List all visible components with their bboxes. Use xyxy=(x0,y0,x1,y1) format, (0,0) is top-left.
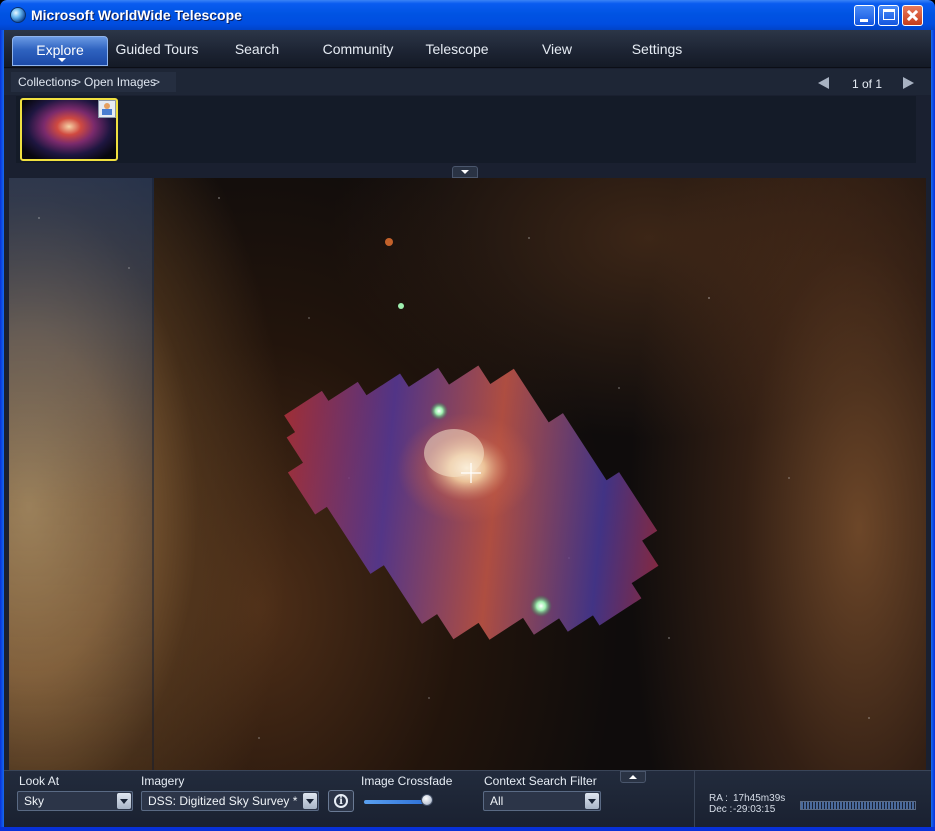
dec-value: -29:03:15 xyxy=(733,804,776,815)
breadcrumb-open-images[interactable]: Open Images xyxy=(84,75,156,89)
breadcrumb: Collections > Open Images > 1 of 1 xyxy=(4,69,931,95)
breadcrumb-collections[interactable]: Collections xyxy=(18,75,77,89)
context-filter-label: Context Search Filter xyxy=(484,774,597,788)
client-area: Explore Guided Tours Search Community Te… xyxy=(4,30,931,827)
collapse-panel-button[interactable] xyxy=(452,166,478,178)
tab-telescope[interactable]: Telescope xyxy=(412,36,502,66)
ra-label: RA : xyxy=(709,793,728,804)
tab-guided-tours[interactable]: Guided Tours xyxy=(110,36,204,66)
chevron-down-icon[interactable] xyxy=(303,793,317,809)
download-progress-bar xyxy=(800,801,916,810)
chevron-down-icon[interactable] xyxy=(585,793,599,809)
imagery-dropdown[interactable]: DSS: Digitized Sky Survey * xyxy=(141,791,319,811)
control-panel: Look At Sky Imagery DSS: Digitized Sky S… xyxy=(4,770,931,827)
look-at-value: Sky xyxy=(24,794,45,808)
image-thumbnail[interactable] xyxy=(20,98,118,161)
ra-value: 17h45m39s xyxy=(733,793,786,804)
app-window: Microsoft WorldWide Telescope Explore Gu… xyxy=(0,0,935,831)
context-filter-dropdown[interactable]: All xyxy=(483,791,601,811)
minimize-icon xyxy=(860,19,868,22)
sky-overlay xyxy=(284,238,659,640)
window-border-right xyxy=(931,30,935,831)
window-border-bottom xyxy=(0,827,935,831)
page-indicator: 1 of 1 xyxy=(852,77,883,91)
chevron-down-icon[interactable] xyxy=(117,793,131,809)
look-at-dropdown[interactable]: Sky xyxy=(17,791,133,811)
previous-page-icon[interactable] xyxy=(818,77,829,89)
maximize-icon xyxy=(883,9,895,20)
tab-explore[interactable]: Explore xyxy=(12,36,108,66)
context-filter-value: All xyxy=(490,794,504,808)
panel-divider xyxy=(694,771,695,827)
expand-panel-button[interactable] xyxy=(620,771,646,783)
dec-label: Dec : xyxy=(709,804,733,815)
next-page-icon[interactable] xyxy=(903,77,914,89)
window-title: Microsoft WorldWide Telescope xyxy=(31,7,242,23)
image-badge-icon xyxy=(98,100,116,118)
sky-view[interactable] xyxy=(9,178,926,770)
tab-search[interactable]: Search xyxy=(212,36,302,66)
imagery-label: Imagery xyxy=(141,774,185,788)
menu-bar: Explore Guided Tours Search Community Te… xyxy=(4,30,931,68)
crossfade-slider-handle[interactable] xyxy=(420,794,433,806)
close-icon xyxy=(903,6,922,25)
tab-settings[interactable]: Settings xyxy=(612,36,702,66)
maximize-button[interactable] xyxy=(878,5,899,26)
globe-icon xyxy=(10,7,26,23)
crossfade-label: Image Crossfade xyxy=(361,774,453,788)
thumbnail-strip xyxy=(16,96,916,163)
close-button[interactable] xyxy=(902,5,923,26)
breadcrumb-separator[interactable]: > xyxy=(153,75,160,89)
tab-explore-label: Explore xyxy=(36,42,84,58)
look-at-label: Look At xyxy=(19,774,60,788)
imagery-value: DSS: Digitized Sky Survey * xyxy=(148,794,298,808)
info-icon: i xyxy=(334,794,348,808)
tab-view[interactable]: View xyxy=(512,36,602,66)
minimize-button[interactable] xyxy=(854,5,875,26)
breadcrumb-separator: > xyxy=(74,75,82,89)
tab-community[interactable]: Community xyxy=(310,36,406,66)
title-bar[interactable]: Microsoft WorldWide Telescope xyxy=(0,0,935,30)
chevron-down-icon xyxy=(58,58,66,62)
info-button[interactable]: i xyxy=(328,790,354,812)
